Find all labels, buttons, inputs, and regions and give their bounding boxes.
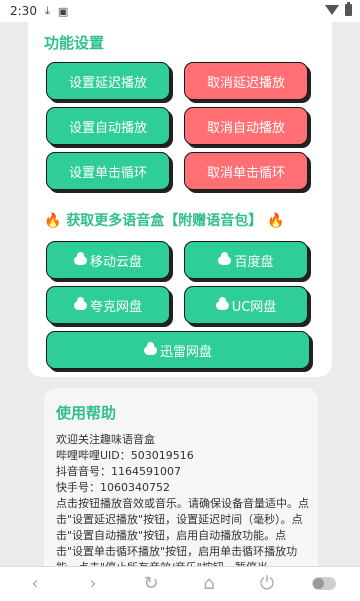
- help-line: 抖音音号：1164591007: [56, 465, 181, 478]
- promo-heading: 🔥 获取更多语音盒【附赠语音包】 🔥: [44, 210, 285, 230]
- promo-text: 获取更多语音盒【附赠语音包】: [66, 213, 263, 229]
- uc-button[interactable]: UC网盘: [184, 286, 308, 324]
- browser-nav-bar: ‹ › ↻ ⌂ ⏻: [0, 566, 360, 601]
- function-settings-title: 功能设置: [44, 34, 105, 52]
- help-line: 点击按钮播放音效或音乐。请确保设备音量适中。点击"设置延迟播放"按钮，设置延迟时…: [56, 497, 309, 566]
- wifi-icon: [325, 5, 339, 15]
- app-notification-icon: ▣: [57, 4, 69, 18]
- help-line: 快手号：1060340752: [56, 481, 170, 494]
- xunlei-button[interactable]: 迅雷网盘: [46, 331, 310, 369]
- help-title: 使用帮助: [56, 404, 117, 422]
- cloud-icon: [143, 341, 157, 355]
- status-bar: 2:30 ⤓ ▣: [0, 0, 360, 22]
- baidu-label: 百度盘: [234, 254, 274, 270]
- battery-icon: [345, 2, 352, 16]
- cloud-icon: [73, 296, 87, 310]
- home-icon[interactable]: ⌂: [198, 573, 220, 595]
- forward-icon[interactable]: ›: [82, 573, 104, 595]
- help-line: 欢迎关注趣味语音盒: [56, 433, 155, 446]
- quark-label: 夸克网盘: [89, 299, 142, 315]
- set-delay-button[interactable]: 设置延迟播放: [46, 62, 170, 100]
- help-card: 使用帮助 欢迎关注趣味语音盒 哔哩哔哩UID：503019516 抖音音号：11…: [44, 388, 318, 566]
- status-time: 2:30: [10, 4, 37, 18]
- power-icon[interactable]: ⏻: [256, 573, 278, 595]
- fire-icon: 🔥: [44, 213, 62, 229]
- set-auto-button[interactable]: 设置自动播放: [46, 107, 170, 145]
- help-text: 欢迎关注趣味语音盒 哔哩哔哩UID：503019516 抖音音号：1164591…: [56, 432, 312, 566]
- quark-button[interactable]: 夸克网盘: [46, 286, 170, 324]
- cancel-delay-button[interactable]: 取消延迟播放: [184, 62, 308, 100]
- download-icon: ⤓: [44, 4, 50, 17]
- uc-label: UC网盘: [231, 299, 277, 315]
- app-content: 功能设置 设置延迟播放 取消延迟播放 设置自动播放 取消自动播放 设置单击循环 …: [0, 22, 360, 566]
- help-line: 哔哩哔哩UID：503019516: [56, 449, 194, 462]
- mobile-cloud-label: 移动云盘: [89, 254, 142, 270]
- fire-icon: 🔥: [267, 213, 285, 229]
- mobile-cloud-button[interactable]: 移动云盘: [46, 241, 170, 279]
- back-icon[interactable]: ‹: [24, 573, 46, 595]
- cloud-icon: [215, 296, 229, 310]
- cancel-loop-button[interactable]: 取消单击循环: [184, 152, 308, 190]
- set-loop-button[interactable]: 设置单击循环: [46, 152, 170, 190]
- reload-icon[interactable]: ↻: [140, 573, 162, 595]
- xunlei-label: 迅雷网盘: [159, 344, 212, 360]
- toggle-switch[interactable]: [312, 577, 336, 590]
- baidu-button[interactable]: 百度盘: [184, 241, 308, 279]
- cancel-auto-button[interactable]: 取消自动播放: [184, 107, 308, 145]
- cloud-icon: [73, 251, 87, 265]
- cloud-icon: [218, 251, 232, 265]
